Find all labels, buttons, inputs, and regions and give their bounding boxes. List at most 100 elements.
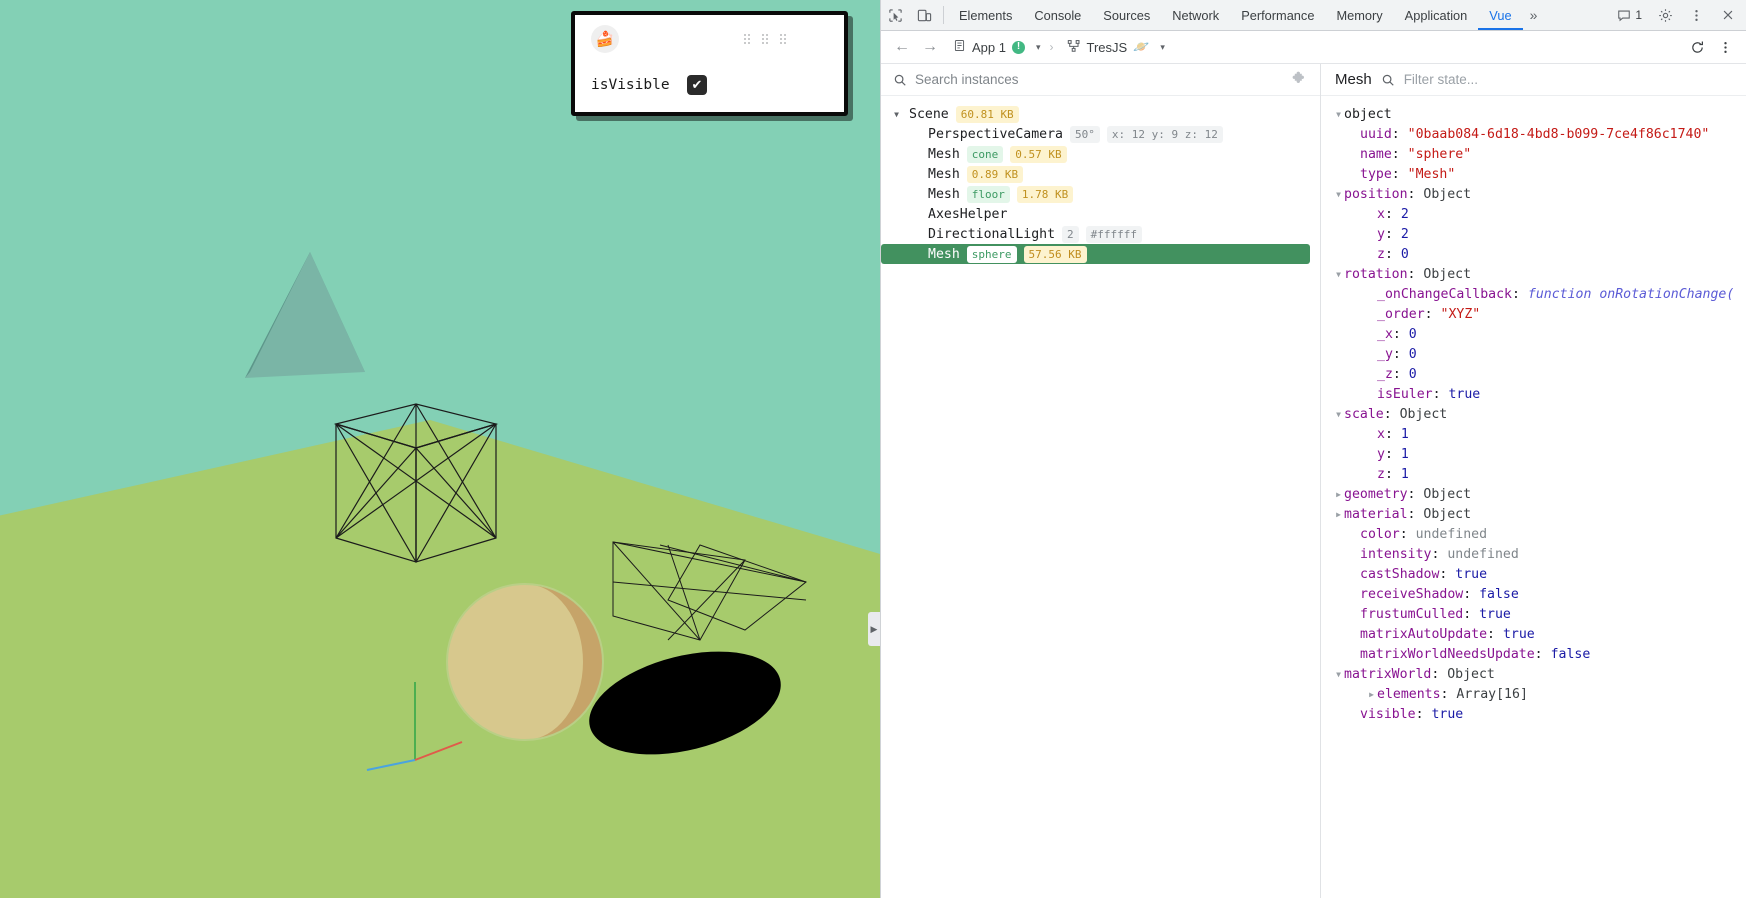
twisty-expanded-icon[interactable]: ▼ [891, 110, 902, 119]
state-row[interactable]: ▶_onChangeCallback: function onRotationC… [1321, 284, 1746, 304]
forward-arrow-icon[interactable]: → [917, 35, 943, 59]
state-value: 1 [1401, 447, 1409, 462]
tree-row[interactable]: ▼PerspectiveCamera50°x: 12 y: 9 z: 12 [881, 124, 1310, 144]
breadcrumb-component[interactable]: TresJS 🪐 [1059, 39, 1155, 56]
state-colon: : [1385, 247, 1401, 262]
tree-row[interactable]: ▼Meshcone0.57 KB [881, 144, 1310, 164]
tab-application[interactable]: Application [1394, 0, 1479, 30]
cake-emoji-icon: 🍰 [591, 25, 619, 53]
state-colon: : [1393, 347, 1409, 362]
state-row[interactable]: ▼position: Object [1321, 184, 1746, 204]
subbar-more-vertical-icon[interactable] [1712, 35, 1738, 59]
state-key: _y [1377, 347, 1393, 362]
scene-canvas[interactable] [0, 0, 880, 898]
state-row[interactable]: ▶_y: 0 [1321, 344, 1746, 364]
state-row[interactable]: ▶z: 0 [1321, 244, 1746, 264]
state-value: 1 [1401, 467, 1409, 482]
state-key: position [1344, 187, 1408, 202]
tweakpane-drag-handle[interactable] [743, 33, 828, 45]
close-icon[interactable] [1713, 8, 1742, 22]
state-row[interactable]: ▼object [1321, 104, 1746, 124]
tab-network[interactable]: Network [1161, 0, 1230, 30]
tab-memory[interactable]: Memory [1325, 0, 1393, 30]
tab-vue[interactable]: Vue [1478, 0, 1522, 30]
state-row[interactable]: ▶color: undefined [1321, 524, 1746, 544]
tree-row[interactable]: ▼Meshsphere57.56 KB [881, 244, 1310, 264]
message-count-button[interactable]: 1 [1610, 8, 1649, 22]
twisty-collapsed-icon[interactable]: ▶ [1333, 510, 1344, 519]
tab-sources[interactable]: Sources [1092, 0, 1161, 30]
state-row[interactable]: ▶_order: "XYZ" [1321, 304, 1746, 324]
state-row[interactable]: ▼rotation: Object [1321, 264, 1746, 284]
isvisible-label: isVisible [591, 77, 687, 93]
twisty-expanded-icon[interactable]: ▼ [1333, 190, 1344, 199]
state-row[interactable]: ▶name: "sphere" [1321, 144, 1746, 164]
state-row[interactable]: ▶y: 1 [1321, 444, 1746, 464]
tree-row-badge-name: sphere [967, 246, 1017, 263]
twisty-expanded-icon[interactable]: ▼ [1333, 270, 1344, 279]
state-row[interactable]: ▶x: 1 [1321, 424, 1746, 444]
inspect-cursor-icon[interactable] [881, 0, 910, 30]
application-window: 🍰 isVisible ✔ ▶ [0, 0, 1746, 898]
state-row[interactable]: ▶castShadow: true [1321, 564, 1746, 584]
refresh-icon[interactable] [1684, 35, 1710, 59]
state-row[interactable]: ▼matrixWorld: Object [1321, 664, 1746, 684]
twisty-collapsed-icon[interactable]: ▶ [1333, 490, 1344, 499]
state-row[interactable]: ▶visible: true [1321, 704, 1746, 724]
tree-row[interactable]: ▼DirectionalLight2#ffffff [881, 224, 1310, 244]
tree-row[interactable]: ▼Mesh0.89 KB [881, 164, 1310, 184]
component-dropdown-caret-icon[interactable]: ▾ [1156, 42, 1169, 53]
state-row[interactable]: ▶matrixAutoUpdate: true [1321, 624, 1746, 644]
app-dropdown-caret-icon[interactable]: ▾ [1032, 42, 1045, 53]
panel-collapse-handle[interactable]: ▶ [868, 612, 880, 646]
tree-row[interactable]: ▼Meshfloor1.78 KB [881, 184, 1310, 204]
state-key: x [1377, 207, 1385, 222]
state-row[interactable]: ▶x: 2 [1321, 204, 1746, 224]
state-key: matrixWorldNeedsUpdate [1360, 647, 1535, 662]
gear-icon[interactable] [1651, 8, 1680, 23]
state-value: undefined [1416, 527, 1487, 542]
tabbar-actions: 1 [1610, 0, 1746, 30]
search-instances-input[interactable] [915, 72, 1284, 87]
tree-row-label: AxesHelper [928, 207, 1007, 222]
back-arrow-icon[interactable]: ← [889, 35, 915, 59]
twisty-collapsed-icon[interactable]: ▶ [1366, 690, 1377, 699]
twisty-expanded-icon[interactable]: ▼ [1333, 670, 1344, 679]
state-row[interactable]: ▶matrixWorldNeedsUpdate: false [1321, 644, 1746, 664]
more-vertical-icon[interactable] [1682, 8, 1711, 23]
tree-row[interactable]: ▼AxesHelper [881, 204, 1310, 224]
state-row[interactable]: ▶y: 2 [1321, 224, 1746, 244]
state-colon: : [1425, 307, 1441, 322]
twisty-expanded-icon[interactable]: ▼ [1333, 110, 1344, 119]
tab-performance[interactable]: Performance [1230, 0, 1325, 30]
state-row[interactable]: ▶type: "Mesh" [1321, 164, 1746, 184]
state-row[interactable]: ▶uuid: "0baab084-6d18-4bd8-b099-7ce4f86c… [1321, 124, 1746, 144]
state-row[interactable]: ▶intensity: undefined [1321, 544, 1746, 564]
puzzle-piece-icon[interactable] [1292, 70, 1308, 90]
filter-state-input[interactable] [1404, 72, 1732, 87]
tab-console[interactable]: Console [1023, 0, 1092, 30]
three-d-viewport[interactable]: 🍰 isVisible ✔ ▶ [0, 0, 880, 898]
breadcrumb-app[interactable]: App 1 ! [945, 39, 1030, 55]
tree-row[interactable]: ▼Scene60.81 KB [881, 104, 1310, 124]
state-row[interactable]: ▶elements: Array[16] [1321, 684, 1746, 704]
search-icon [1381, 73, 1395, 87]
state-row[interactable]: ▶material: Object [1321, 504, 1746, 524]
tabbar-divider [943, 6, 944, 24]
tab-elements[interactable]: Elements [948, 0, 1023, 30]
state-row[interactable]: ▼scale: Object [1321, 404, 1746, 424]
isvisible-checkbox[interactable]: ✔ [687, 75, 707, 95]
tweakpane-overlay[interactable]: 🍰 isVisible ✔ [571, 11, 848, 116]
state-row[interactable]: ▶geometry: Object [1321, 484, 1746, 504]
state-row[interactable]: ▶z: 1 [1321, 464, 1746, 484]
state-row[interactable]: ▶_z: 0 [1321, 364, 1746, 384]
state-row[interactable]: ▶_x: 0 [1321, 324, 1746, 344]
state-value: function onRotationChange( [1528, 287, 1734, 302]
state-row[interactable]: ▶receiveShadow: false [1321, 584, 1746, 604]
state-row[interactable]: ▶frustumCulled: true [1321, 604, 1746, 624]
device-toolbar-icon[interactable] [910, 0, 939, 30]
more-tabs-icon[interactable]: » [1523, 0, 1545, 30]
state-key: castShadow [1360, 567, 1439, 582]
twisty-expanded-icon[interactable]: ▼ [1333, 410, 1344, 419]
state-row[interactable]: ▶isEuler: true [1321, 384, 1746, 404]
